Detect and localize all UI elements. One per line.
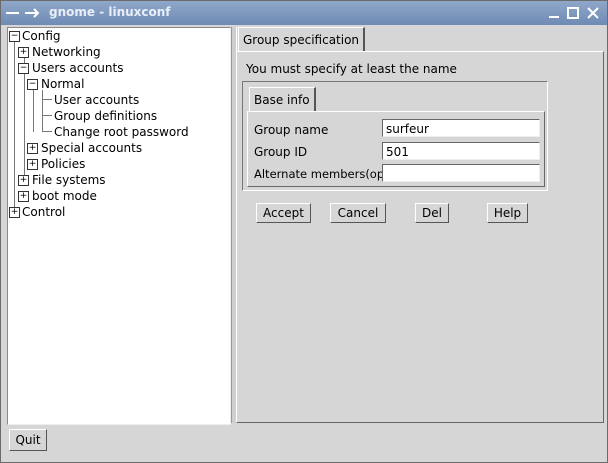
expand-icon[interactable]: + — [27, 159, 38, 170]
info-message: You must specify at least the name — [246, 62, 457, 76]
alternate-members-field[interactable] — [382, 164, 540, 182]
tree-item-config[interactable]: Config — [22, 28, 61, 44]
expand-icon[interactable]: + — [27, 143, 38, 154]
tree-connector — [42, 131, 52, 132]
tree-connector — [33, 90, 34, 132]
tree-connector — [14, 42, 15, 212]
tree-item-boot-mode[interactable]: boot mode — [32, 188, 97, 204]
title-bar[interactable]: gnome - linuxconf — [1, 1, 607, 25]
tree-item-networking[interactable]: Networking — [32, 44, 101, 60]
group-id-field[interactable]: 501 — [382, 142, 540, 160]
config-tree[interactable]: − Config + Networking − Users accounts −… — [7, 27, 231, 425]
del-button[interactable]: Del — [415, 203, 449, 223]
tree-connector — [42, 90, 43, 132]
bottom-bar: Quit — [1, 425, 607, 462]
tab-group-specification[interactable]: Group specification — [238, 27, 366, 52]
minimize-icon[interactable] — [547, 6, 561, 20]
collapse-icon[interactable]: − — [9, 31, 20, 42]
tree-item-group-definitions[interactable]: Group definitions — [54, 108, 157, 124]
tree-connector — [42, 115, 52, 116]
accept-button[interactable]: Accept — [256, 203, 311, 223]
tab-base-info[interactable]: Base info — [249, 87, 316, 112]
close-icon[interactable] — [586, 6, 600, 20]
quit-button[interactable]: Quit — [9, 429, 47, 451]
collapse-icon[interactable]: − — [18, 63, 29, 74]
group-name-label: Group name — [254, 123, 329, 137]
window-menu-icon[interactable] — [5, 6, 45, 20]
main-pane: Group specification You must specify at … — [236, 27, 604, 423]
tree-item-change-root-password[interactable]: Change root password — [54, 124, 189, 140]
tree-item-file-systems[interactable]: File systems — [32, 172, 106, 188]
group-id-label: Group ID — [254, 145, 308, 159]
tree-item-special-accounts[interactable]: Special accounts — [41, 140, 142, 156]
expand-icon[interactable]: + — [18, 191, 29, 202]
app-window: gnome - linuxconf − Config + Networking … — [0, 0, 608, 463]
collapse-icon[interactable]: − — [27, 79, 38, 90]
tree-item-users-accounts[interactable]: Users accounts — [32, 60, 123, 76]
maximize-icon[interactable] — [566, 6, 580, 20]
help-button[interactable]: Help — [487, 203, 528, 223]
tree-item-normal[interactable]: Normal — [41, 76, 84, 92]
tree-item-user-accounts[interactable]: User accounts — [54, 92, 139, 108]
tree-connector — [24, 58, 25, 180]
group-name-field[interactable]: surfeur — [382, 119, 540, 137]
cancel-button[interactable]: Cancel — [330, 203, 386, 223]
expand-icon[interactable]: + — [9, 207, 20, 218]
expand-icon[interactable]: + — [18, 175, 29, 186]
tree-item-policies[interactable]: Policies — [41, 156, 85, 172]
expand-icon[interactable]: + — [18, 47, 29, 58]
tree-connector — [42, 99, 52, 100]
alternate-members-label: Alternate members(opt) — [254, 167, 394, 181]
tree-item-control[interactable]: Control — [22, 204, 65, 220]
window-title: gnome - linuxconf — [49, 5, 171, 19]
